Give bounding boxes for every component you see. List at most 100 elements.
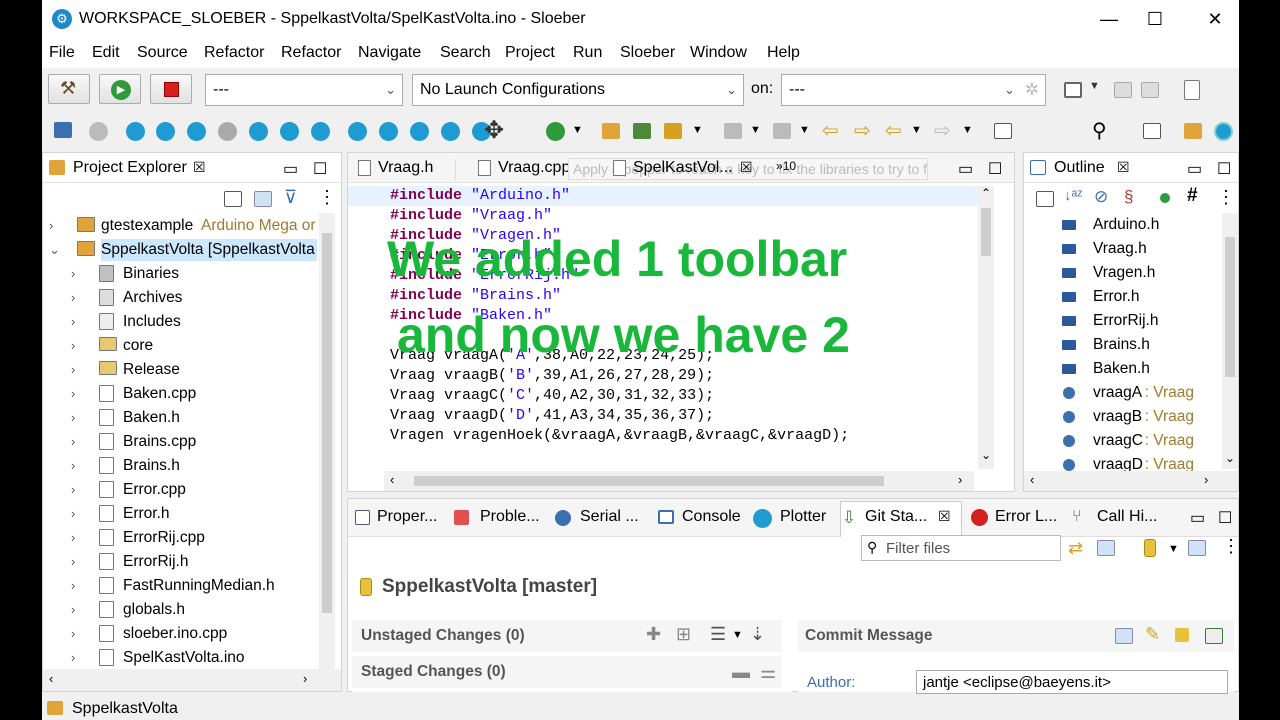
edit-pencil-icon[interactable] xyxy=(664,123,682,139)
hide-static-icon[interactable]: § xyxy=(1124,187,1133,207)
new-sketch-icon[interactable] xyxy=(187,122,206,141)
chevron-right-icon[interactable]: › xyxy=(71,527,75,549)
chevron-down-icon[interactable]: ⌄ xyxy=(49,239,60,261)
tree-item[interactable]: › Includes xyxy=(49,311,317,333)
more-tabs-button[interactable]: »10 xyxy=(776,159,796,173)
outline-item[interactable]: vraagB : Vraag xyxy=(1062,405,1222,429)
unstage-selected-icon[interactable]: ▬ xyxy=(732,662,750,683)
tree-scrollbar[interactable] xyxy=(319,213,335,673)
book-icon[interactable] xyxy=(348,122,367,141)
chevron-right-icon[interactable]: › xyxy=(71,647,75,669)
menu-refactor[interactable]: Refactor xyxy=(204,44,264,62)
hide-fields-icon[interactable]: ⊘ xyxy=(1094,187,1108,207)
up-arrow-icon[interactable] xyxy=(379,122,398,141)
run-button[interactable]: ▶ xyxy=(99,74,141,104)
maximize-button[interactable]: ☐ xyxy=(1132,5,1178,33)
view-menu-icon[interactable]: ⋮ xyxy=(1222,536,1239,557)
chevron-right-icon[interactable]: › xyxy=(71,311,75,333)
spell-check-icon[interactable] xyxy=(1115,628,1133,644)
tree-item[interactable]: › FastRunningMedian.h xyxy=(49,575,317,597)
outline-scroll-thumb[interactable] xyxy=(1225,237,1235,377)
chevron-down-icon[interactable]: ▼ xyxy=(1168,543,1179,555)
save-icon[interactable] xyxy=(1114,82,1132,98)
stage-selected-icon[interactable]: ✚ xyxy=(646,624,661,645)
refresh-icon[interactable]: ⇄ xyxy=(1068,538,1083,559)
chevron-right-icon[interactable]: › xyxy=(49,215,53,237)
stop-button[interactable] xyxy=(150,74,192,104)
tree-item[interactable]: › ErrorRij.cpp xyxy=(49,527,317,549)
minimize-view-icon[interactable]: ▭ xyxy=(283,159,298,179)
lock-circle-icon[interactable] xyxy=(441,122,460,141)
forward-edit-icon[interactable]: ⇨ xyxy=(854,118,871,143)
tree-item[interactable]: › core xyxy=(49,335,317,357)
pin-editor-icon[interactable] xyxy=(994,123,1012,139)
forward-nav-icon[interactable]: ⇨ xyxy=(934,118,951,143)
code-line[interactable]: Vraag vraagB('B',39,A1,26,27,28,29); xyxy=(390,366,714,386)
view-menu-icon[interactable]: ⋮ xyxy=(1217,187,1235,208)
tree-hscrollbar[interactable]: ‹ › xyxy=(43,669,341,691)
editor-hscroll-thumb[interactable] xyxy=(414,476,884,486)
chevron-down-icon[interactable]: ▼ xyxy=(692,124,703,136)
chevron-right-icon[interactable]: › xyxy=(71,551,75,573)
build-button[interactable]: ⚒ xyxy=(48,74,90,104)
outline-item[interactable]: vraagA : Vraag xyxy=(1062,381,1222,405)
chevron-right-icon[interactable]: › xyxy=(71,383,75,405)
minimize-view-icon[interactable]: ▭ xyxy=(1187,159,1202,179)
code-line[interactable]: Vraag vraagD('D',41,A3,34,35,36,37); xyxy=(390,406,714,426)
maximize-view-icon[interactable]: ☐ xyxy=(313,159,327,179)
outline-hscrollbar[interactable]: ‹ › xyxy=(1024,471,1238,491)
view-menu-icon[interactable]: ⋮ xyxy=(318,187,336,208)
tree-scrollbar-thumb[interactable] xyxy=(322,233,332,613)
chevron-right-icon[interactable]: › xyxy=(71,359,75,381)
binary-file-icon[interactable] xyxy=(1184,80,1200,100)
chevron-down-icon[interactable]: ▼ xyxy=(732,629,743,641)
gear-icon[interactable]: ✲ xyxy=(1025,75,1039,105)
amend-icon[interactable] xyxy=(1205,628,1223,644)
new-window-icon[interactable] xyxy=(1064,82,1082,98)
launch-mode-select[interactable]: --- ⌄ xyxy=(205,74,403,106)
maximize-view-icon[interactable]: ☐ xyxy=(1217,159,1231,179)
menu-project[interactable]: Project xyxy=(505,44,555,62)
close-icon[interactable]: ☒ xyxy=(193,159,206,176)
menu-refactor-2[interactable]: Refactor xyxy=(281,44,341,62)
tree-item[interactable]: › Baken.cpp xyxy=(49,383,317,405)
author-input[interactable]: jantje <eclipse@baeyens.it> xyxy=(916,670,1228,694)
tree-item[interactable]: › Archives xyxy=(49,287,317,309)
repository-icon[interactable] xyxy=(1144,539,1156,557)
monitor-icon[interactable] xyxy=(54,122,72,138)
chevron-down-icon[interactable]: ▼ xyxy=(799,124,810,136)
tree-item[interactable]: › globals.h xyxy=(49,599,317,621)
scroll-left-icon[interactable]: ‹ xyxy=(49,671,53,686)
minimize-view-icon[interactable]: ▭ xyxy=(1190,508,1205,528)
chevron-right-icon[interactable]: › xyxy=(71,431,75,453)
close-icon[interactable]: ☒ xyxy=(938,508,951,525)
chevron-right-icon[interactable]: › xyxy=(71,575,75,597)
outline-item[interactable]: Arduino.h xyxy=(1062,213,1222,237)
tree-item[interactable]: ⌄ SppelkastVolta [SppelkastVolta r xyxy=(49,239,317,261)
back-icon[interactable]: ⇦ xyxy=(885,118,902,143)
scroll-left-icon[interactable]: ‹ xyxy=(1030,472,1034,487)
close-icon[interactable]: ☒ xyxy=(740,159,753,176)
menu-file[interactable]: File xyxy=(49,44,75,62)
open-task-icon[interactable] xyxy=(633,123,651,139)
open-perspective-icon[interactable] xyxy=(1143,123,1161,139)
minimize-view-icon[interactable]: ▭ xyxy=(958,159,973,179)
scroll-right-icon[interactable]: › xyxy=(1204,472,1208,487)
maximize-view-icon[interactable]: ☐ xyxy=(1218,508,1232,528)
menu-help[interactable]: Help xyxy=(767,44,800,62)
open-folder-icon[interactable] xyxy=(602,123,620,139)
chevron-right-icon[interactable]: › xyxy=(71,479,75,501)
tree-item[interactable]: › gtestexample Arduino Mega or xyxy=(49,215,317,237)
collapse-all-icon[interactable] xyxy=(1036,191,1054,207)
filter-files-input[interactable]: ⚲ Filter files xyxy=(861,535,1061,561)
chevron-right-icon[interactable]: › xyxy=(71,335,75,357)
close-button[interactable]: ✕ xyxy=(1192,5,1238,33)
tree-presentation-icon[interactable]: ☰ xyxy=(710,624,726,645)
tree-item[interactable]: › sloeber.ino.cpp xyxy=(49,623,317,645)
layout-icon[interactable] xyxy=(1188,540,1206,556)
tree-item[interactable]: › Binaries xyxy=(49,263,317,285)
chevron-right-icon[interactable]: › xyxy=(71,407,75,429)
outline-item[interactable]: Brains.h xyxy=(1062,333,1222,357)
verify-icon[interactable] xyxy=(126,122,145,141)
upload-icon[interactable] xyxy=(89,122,108,141)
